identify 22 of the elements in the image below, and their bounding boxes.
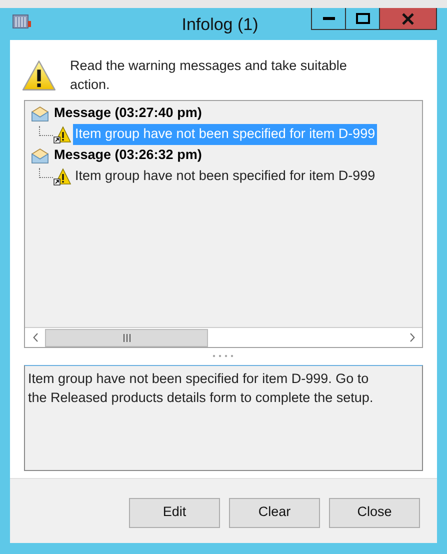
envelope-icon	[31, 148, 49, 164]
message-header[interactable]: Message (03:27:40 pm)	[53, 103, 203, 124]
window-title: Infolog (1)	[180, 14, 260, 36]
message-item[interactable]: Item group have not been specified for item D-999	[73, 166, 378, 187]
dialog-button[interactable]: Close	[329, 498, 420, 528]
dialog-button[interactable]: Clear	[229, 498, 320, 528]
horizontal-scrollbar[interactable]	[25, 327, 422, 347]
splitter-grip-icon[interactable]	[212, 355, 234, 358]
scroll-right-icon[interactable]	[410, 333, 414, 342]
scrollbar-thumb[interactable]	[45, 328, 208, 346]
close-button[interactable]	[380, 8, 436, 29]
message-header[interactable]: Message (03:26:32 pm)	[53, 145, 203, 166]
warning-icon	[22, 60, 56, 92]
scroll-left-icon[interactable]	[32, 333, 38, 342]
close-icon	[402, 12, 414, 24]
dialog-button[interactable]: Edit	[129, 498, 220, 528]
grip-icon	[122, 334, 130, 342]
instruction-text: Read the warning messages and take suitable action.	[70, 57, 348, 94]
warning-icon	[53, 168, 71, 186]
warning-icon	[53, 126, 71, 144]
envelope-icon	[31, 106, 49, 122]
message-details: Item group have not been specified for item D-999. Go to the Released products details form to complete the setup.	[28, 370, 374, 407]
